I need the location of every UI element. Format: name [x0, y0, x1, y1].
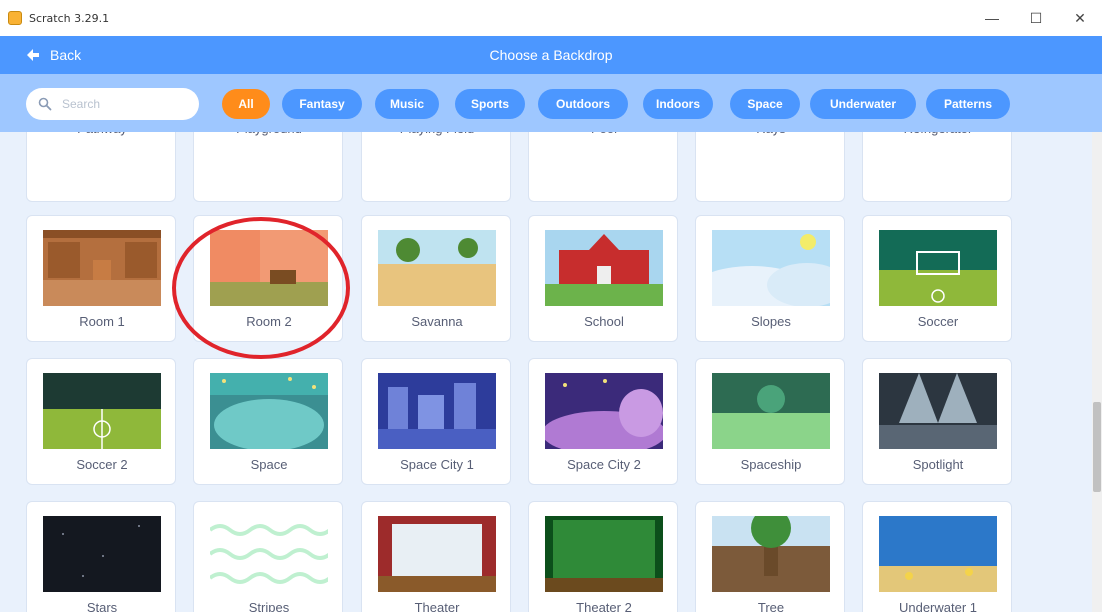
spotlight-thumbnail	[879, 373, 997, 449]
backdrop-tile-refrigerator[interactable]: Refrigerator	[862, 132, 1012, 202]
backdrop-tile-pathway[interactable]: Pathway	[26, 132, 176, 202]
stars-thumbnail	[43, 516, 161, 592]
backdrop-label: Refrigerator	[863, 132, 1013, 136]
backdrop-label: Rays	[696, 132, 846, 136]
window-controls: — ☐ ✕	[970, 0, 1102, 36]
maximize-button[interactable]: ☐	[1014, 0, 1058, 36]
backdrop-label: Pathway	[27, 132, 177, 136]
backdrop-label: School	[584, 314, 624, 329]
savanna-thumbnail	[378, 230, 496, 306]
tag-fantasy-button[interactable]: Fantasy	[282, 89, 362, 119]
back-button[interactable]: Back	[26, 36, 81, 74]
backdrop-label: Soccer	[917, 314, 959, 329]
spaceship-thumbnail	[712, 373, 830, 449]
search-box[interactable]	[26, 88, 199, 120]
backdrop-tile-underwater-1[interactable]: Underwater 1	[862, 501, 1012, 612]
backdrop-tile-savanna[interactable]: Savanna	[361, 215, 511, 342]
backdrop-label: Space	[250, 457, 288, 472]
backdrop-label: Spaceship	[740, 457, 802, 472]
backdrop-label: Tree	[757, 600, 785, 612]
room-2-thumbnail	[210, 230, 328, 306]
search-input[interactable]	[62, 97, 192, 111]
tag-sports-button[interactable]: Sports	[455, 89, 525, 119]
backdrop-label: Playground	[194, 132, 344, 136]
scratch-window: Scratch 3.29.1 — ☐ ✕ Back Choose a Backd…	[0, 0, 1102, 612]
underwater-1-thumbnail	[879, 516, 997, 592]
backdrop-tile-room-2[interactable]: Room 2	[193, 215, 343, 342]
backdrop-label: Pool	[529, 132, 679, 136]
tag-underwater-button[interactable]: Underwater	[810, 89, 916, 119]
theater-thumbnail	[378, 516, 496, 592]
tag-space-button[interactable]: Space	[730, 89, 800, 119]
backdrop-tile-theater[interactable]: Theater	[361, 501, 511, 612]
backdrop-label: Soccer 2	[76, 457, 128, 472]
backdrop-label: Savanna	[411, 314, 463, 329]
back-label: Back	[50, 47, 82, 63]
modal-title: Choose a Backdrop	[489, 47, 613, 63]
stripes-thumbnail	[210, 516, 328, 592]
backdrop-label: Stripes	[248, 600, 290, 612]
close-button[interactable]: ✕	[1058, 0, 1102, 36]
filter-bar: All Fantasy Music Sports Outdoors Indoors Spac…	[0, 74, 1102, 132]
backdrop-tile-space-city-1[interactable]: Space City 1	[361, 358, 511, 485]
window-titlebar: Scratch 3.29.1 — ☐ ✕	[0, 0, 1102, 36]
backdrop-label: Room 2	[246, 314, 292, 329]
backdrop-tile-pool[interactable]: Pool	[528, 132, 678, 202]
backdrop-tile-room-1[interactable]: Room 1	[26, 215, 176, 342]
backdrop-label: Underwater 1	[898, 600, 978, 612]
tag-outdoors-button[interactable]: Outdoors	[538, 89, 628, 119]
search-icon	[38, 97, 52, 111]
backdrop-tile-tree[interactable]: Tree	[695, 501, 845, 612]
modal-header: Back Choose a Backdrop	[0, 36, 1102, 74]
space-city-2-thumbnail	[545, 373, 663, 449]
tag-all-button[interactable]: All	[222, 89, 270, 119]
arrow-left-icon	[27, 49, 39, 61]
backdrop-grid: Pathway Playground Playing Field Pool Rays Re…	[0, 132, 1102, 612]
scratch-app-icon	[8, 11, 22, 25]
backdrop-label: Space City 1	[400, 457, 474, 472]
backdrop-label: Spotlight	[912, 457, 964, 472]
school-thumbnail	[545, 230, 663, 306]
backdrop-tile-playground[interactable]: Playground	[193, 132, 343, 202]
backdrop-tile-soccer-2[interactable]: Soccer 2	[26, 358, 176, 485]
backdrop-tile-spotlight[interactable]: Spotlight	[862, 358, 1012, 485]
backdrop-tile-theater-2[interactable]: Theater 2	[528, 501, 678, 612]
tag-patterns-button[interactable]: Patterns	[926, 89, 1010, 119]
soccer-2-thumbnail	[43, 373, 161, 449]
scrollbar[interactable]	[1092, 132, 1102, 612]
space-thumbnail	[210, 373, 328, 449]
backdrop-label: Slopes	[751, 314, 791, 329]
backdrop-tile-slopes[interactable]: Slopes	[695, 215, 845, 342]
room-1-thumbnail	[43, 230, 161, 306]
tag-indoors-button[interactable]: Indoors	[643, 89, 713, 119]
backdrop-tile-stripes[interactable]: Stripes	[193, 501, 343, 612]
backdrop-tile-school[interactable]: School	[528, 215, 678, 342]
minimize-button[interactable]: —	[970, 0, 1014, 36]
tag-music-button[interactable]: Music	[375, 89, 439, 119]
backdrop-label: Playing Field	[362, 132, 512, 136]
backdrop-label: Stars	[86, 600, 118, 612]
scrollbar-thumb[interactable]	[1093, 402, 1101, 492]
backdrop-tile-playing-field[interactable]: Playing Field	[361, 132, 511, 202]
space-city-1-thumbnail	[378, 373, 496, 449]
backdrop-tile-stars[interactable]: Stars	[26, 501, 176, 612]
backdrop-tile-space-city-2[interactable]: Space City 2	[528, 358, 678, 485]
slopes-thumbnail	[712, 230, 830, 306]
backdrop-tile-rays[interactable]: Rays	[695, 132, 845, 202]
backdrop-tile-spaceship[interactable]: Spaceship	[695, 358, 845, 485]
soccer-thumbnail	[879, 230, 997, 306]
backdrop-label: Room 1	[79, 314, 125, 329]
theater-2-thumbnail	[545, 516, 663, 592]
backdrop-tile-space[interactable]: Space	[193, 358, 343, 485]
backdrop-label: Theater	[414, 600, 460, 612]
window-title: Scratch 3.29.1	[29, 11, 110, 25]
tree-thumbnail	[712, 516, 830, 592]
backdrop-label: Space City 2	[567, 457, 641, 472]
backdrop-tile-soccer[interactable]: Soccer	[862, 215, 1012, 342]
backdrop-label: Theater 2	[576, 600, 632, 612]
